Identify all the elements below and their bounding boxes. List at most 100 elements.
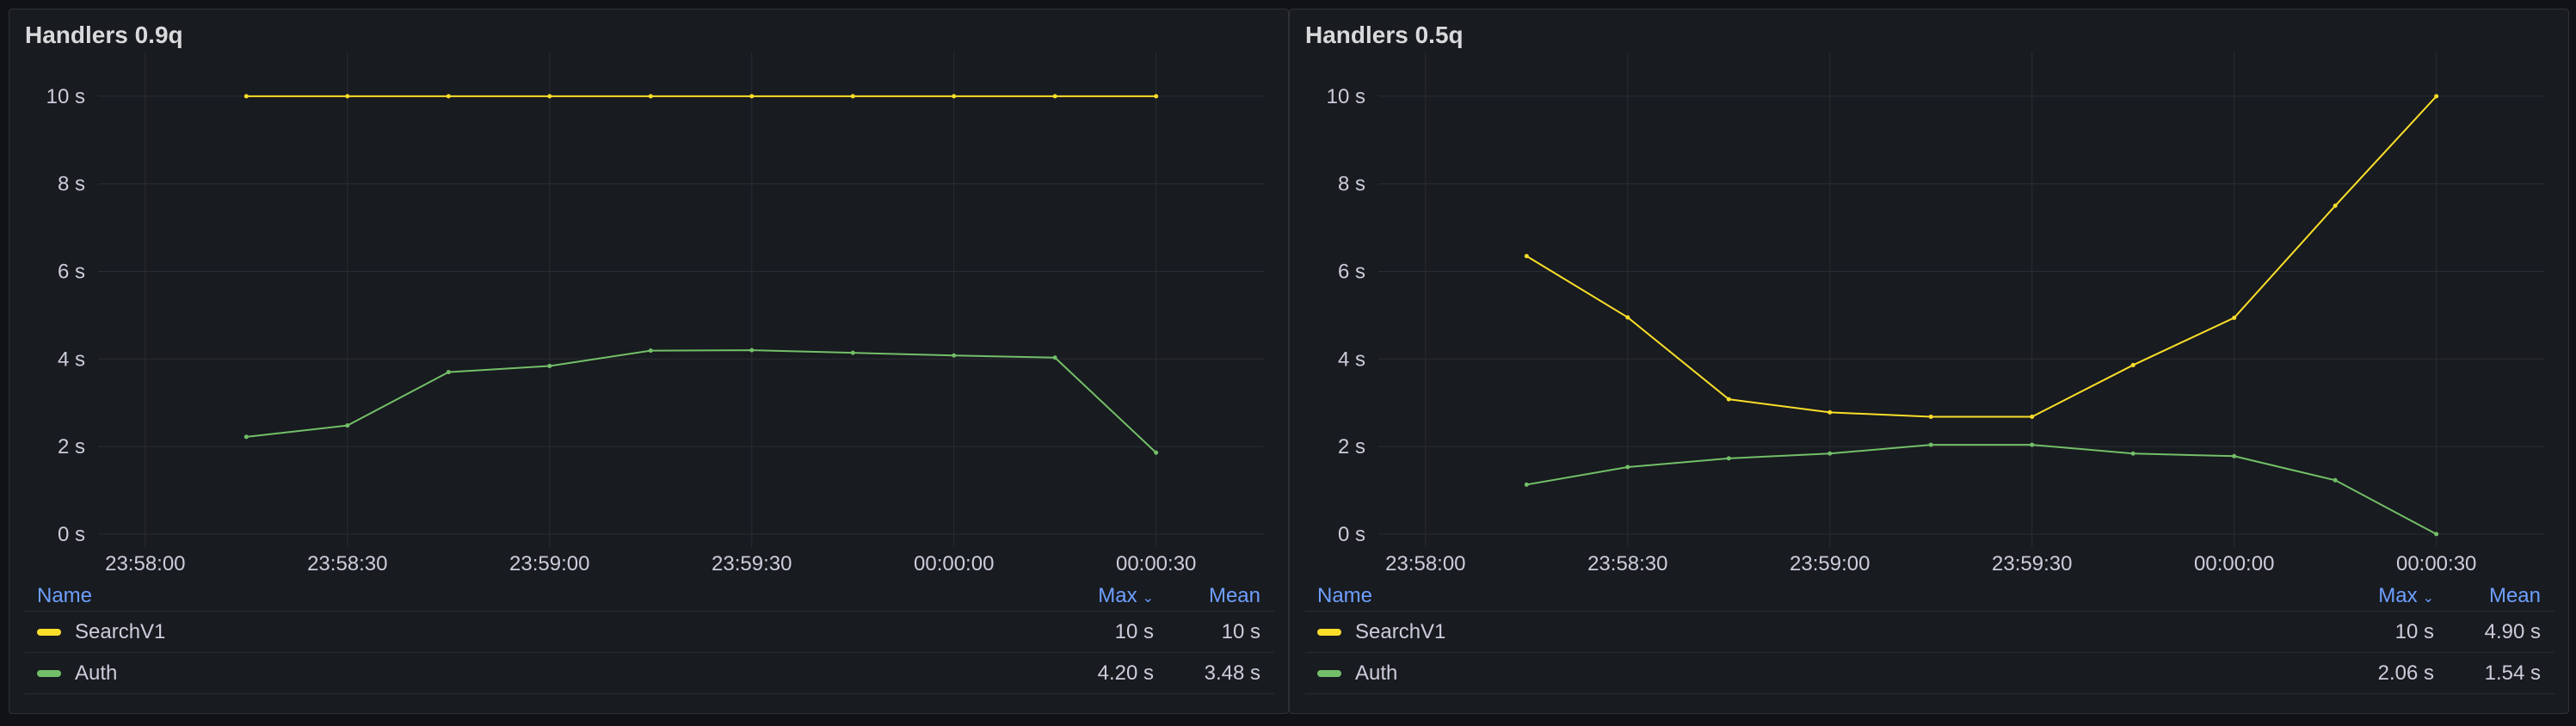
data-point[interactable] xyxy=(952,94,957,99)
series-color-swatch[interactable] xyxy=(37,628,61,636)
data-point[interactable] xyxy=(2130,362,2135,367)
data-point[interactable] xyxy=(1827,451,1833,456)
series-color-swatch[interactable] xyxy=(37,669,61,677)
legend-mean-value: 10 s xyxy=(1221,619,1260,643)
data-point[interactable] xyxy=(1625,465,1630,470)
data-point[interactable] xyxy=(952,353,957,358)
panel-handlers-09q: Handlers 0.9q 0 s2 s4 s6 s8 s 10 s 23:58:0… xyxy=(9,9,1289,714)
data-point[interactable] xyxy=(1625,315,1630,320)
data-point[interactable] xyxy=(749,348,755,353)
legend-mean-value: 4.90 s xyxy=(2484,619,2541,643)
legend-header-name[interactable]: Name xyxy=(25,584,1051,608)
y-tick-label: 0 s xyxy=(58,523,85,546)
x-tick-label: 00:00:00 xyxy=(914,552,994,575)
series-line[interactable] xyxy=(1526,444,2437,535)
data-point[interactable] xyxy=(1154,450,1159,455)
x-tick-label: 23:58:30 xyxy=(307,552,387,575)
data-point[interactable] xyxy=(243,434,249,440)
series-line[interactable] xyxy=(246,349,1157,453)
y-tick-label: 6 s xyxy=(58,261,85,284)
y-tick-label: 6 s xyxy=(1338,261,1365,284)
y-tick-label: 10 s xyxy=(46,85,85,108)
data-point[interactable] xyxy=(1052,355,1057,360)
legend-series-name[interactable]: SearchV1 xyxy=(75,620,165,644)
legend-header-mean[interactable]: Mean xyxy=(2434,584,2554,608)
panel-handlers-05q: Handlers 0.5q 0 s2 s4 s6 s8 s 10 s 23:58:0… xyxy=(1289,9,2569,714)
legend-max-value: 4.20 s xyxy=(1097,661,1154,685)
data-point[interactable] xyxy=(1524,482,1529,487)
data-point[interactable] xyxy=(2434,94,2439,99)
x-tick-label: 23:59:30 xyxy=(712,552,792,575)
data-point[interactable] xyxy=(547,94,552,99)
series-auth xyxy=(1524,442,2439,537)
data-point[interactable] xyxy=(1726,456,1731,461)
data-point[interactable] xyxy=(1154,94,1159,99)
legend-series-name[interactable]: SearchV1 xyxy=(1355,620,1445,644)
legend-series-name[interactable]: Auth xyxy=(1355,661,1397,686)
data-point[interactable] xyxy=(850,94,855,99)
series-searchv1 xyxy=(243,94,1159,99)
legend-header-max[interactable]: Max ⌄ xyxy=(2331,584,2434,608)
data-point[interactable] xyxy=(1052,94,1057,99)
data-point[interactable] xyxy=(1827,409,1833,415)
series-color-swatch[interactable] xyxy=(1317,669,1341,677)
data-point[interactable] xyxy=(446,370,451,375)
x-tick-label: 23:58:30 xyxy=(1587,552,1667,575)
data-point[interactable] xyxy=(547,363,552,368)
data-point[interactable] xyxy=(648,94,653,99)
series-line[interactable] xyxy=(1525,95,2437,418)
data-point[interactable] xyxy=(749,94,755,99)
series-auth xyxy=(243,348,1159,455)
legend-series-name[interactable]: Auth xyxy=(75,661,117,686)
y-tick-label: 2 s xyxy=(58,435,85,458)
data-point[interactable] xyxy=(1726,397,1731,402)
y-tick-label: 4 s xyxy=(1338,348,1365,371)
legend-mean-value: 3.48 s xyxy=(1204,661,1260,685)
data-point[interactable] xyxy=(2130,451,2135,456)
y-tick-label: 0 s xyxy=(1338,523,1365,546)
data-point[interactable] xyxy=(446,94,451,99)
data-point[interactable] xyxy=(850,350,855,355)
data-point[interactable] xyxy=(2333,203,2338,208)
y-tick-label: 8 s xyxy=(58,173,85,196)
data-point[interactable] xyxy=(2030,442,2035,447)
chart-svg: 0 s 2 s 4 s 6 s 8 s 10 s 23:58:00 23:58:30 23:59… xyxy=(46,52,1264,575)
x-tick-label: 23:59:30 xyxy=(1992,552,2072,575)
data-point[interactable] xyxy=(648,348,653,354)
x-tick-label: 23:59:00 xyxy=(1790,552,1870,575)
data-point[interactable] xyxy=(1524,254,1529,259)
legend-header-max[interactable]: Max ⌄ xyxy=(1051,584,1154,608)
series-color-swatch[interactable] xyxy=(1317,628,1341,636)
y-tick-label: 4 s xyxy=(58,348,85,371)
grid xyxy=(1378,52,2544,547)
x-tick-label: 23:59:00 xyxy=(509,552,589,575)
data-point[interactable] xyxy=(1928,414,1933,419)
grid xyxy=(98,52,1264,547)
chevron-down-icon: ⌄ xyxy=(2422,590,2434,606)
data-point[interactable] xyxy=(2333,477,2338,483)
series-searchv1 xyxy=(1524,94,2439,419)
legend-max-value: 10 s xyxy=(2394,619,2434,643)
legend-header-name[interactable]: Name xyxy=(1305,584,2331,608)
legend-max-value: 10 s xyxy=(1114,619,1154,643)
data-point[interactable] xyxy=(345,423,350,428)
data-point[interactable] xyxy=(2030,414,2035,419)
legend-table: Name Max ⌄ Mean SearchV1 10 s 10 s Auth 4… xyxy=(25,581,1274,694)
chart-svg: 0 s 2 s 4 s 6 s 8 s 10 s 23:58:00 23:58:30 23:59… xyxy=(1327,52,2544,575)
legend-header-mean[interactable]: Mean xyxy=(1154,584,1274,608)
x-tick-label: 00:00:30 xyxy=(1116,552,1196,575)
data-point[interactable] xyxy=(243,94,249,99)
legend-row-searchv1[interactable]: SearchV1 10 s 4.90 s xyxy=(1305,612,2554,653)
data-point[interactable] xyxy=(2232,315,2237,320)
data-point[interactable] xyxy=(1928,442,1933,447)
x-tick-label: 23:58:00 xyxy=(105,552,185,575)
data-point[interactable] xyxy=(345,94,350,99)
data-point[interactable] xyxy=(2434,532,2439,537)
legend-max-value: 2.06 s xyxy=(2377,661,2434,685)
y-tick-label: 8 s xyxy=(1338,173,1365,196)
x-tick-label: 23:58:00 xyxy=(1385,552,1465,575)
data-point[interactable] xyxy=(2232,453,2237,458)
legend-row-auth[interactable]: Auth 4.20 s 3.48 s xyxy=(25,653,1274,694)
legend-row-searchv1[interactable]: SearchV1 10 s 10 s xyxy=(25,612,1274,653)
legend-row-auth[interactable]: Auth 2.06 s 1.54 s xyxy=(1305,653,2554,694)
